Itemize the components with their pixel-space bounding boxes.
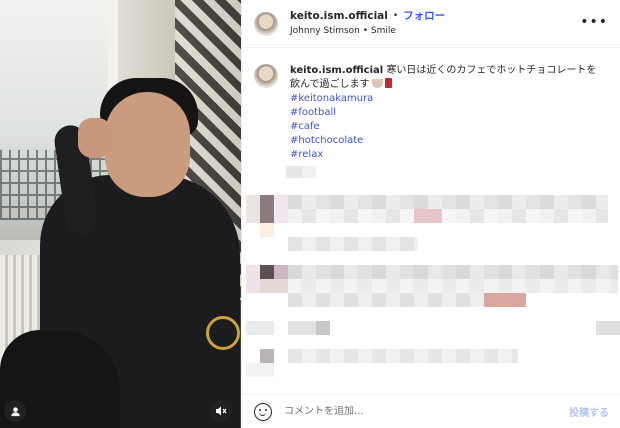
- post-media[interactable]: [0, 0, 241, 428]
- blurred-block: [288, 293, 488, 307]
- blurred-block: [288, 237, 418, 251]
- blurred-block: [246, 363, 274, 377]
- blurred-block: [246, 321, 274, 335]
- post-header: keito.ism.official • フォロー Johnny Stimson…: [242, 0, 620, 48]
- caption-avatar[interactable]: [254, 64, 278, 88]
- header-username[interactable]: keito.ism.official: [290, 10, 388, 23]
- blurred-block: [260, 349, 274, 363]
- blurred-block: [414, 209, 442, 223]
- more-horizontal-icon: •••: [580, 14, 608, 30]
- cup-emoji-icon: [384, 78, 392, 88]
- blurred-block: [274, 265, 288, 279]
- caption-username[interactable]: keito.ism.official: [290, 65, 383, 76]
- blurred-block: [288, 279, 618, 293]
- person-face: [105, 92, 190, 197]
- blurred-block: [288, 265, 618, 279]
- blurred-block: [286, 166, 302, 178]
- blurred-block: [260, 195, 274, 223]
- blurred-block: [316, 321, 330, 335]
- speaker-muted-icon: [216, 406, 227, 416]
- blurred-block: [596, 321, 620, 335]
- blurred-block: [246, 195, 260, 223]
- blurred-block: [484, 293, 526, 307]
- blurred-block: [260, 265, 274, 279]
- blurred-block: [246, 265, 260, 293]
- post-comment-button[interactable]: 投稿する: [569, 404, 609, 419]
- blurred-block: [288, 349, 518, 363]
- post-dialog: keito.ism.official • フォロー Johnny Stimson…: [0, 0, 620, 428]
- person-hand: [78, 118, 112, 158]
- blurred-block: [302, 166, 316, 178]
- post-sidebar: keito.ism.official • フォロー Johnny Stimson…: [241, 0, 620, 428]
- hashtag-link[interactable]: #cafe: [290, 120, 606, 134]
- avatar[interactable]: [254, 11, 278, 36]
- blurred-block: [260, 279, 288, 293]
- blurred-block: [288, 195, 608, 209]
- user-icon: [10, 406, 20, 416]
- hashtag-link[interactable]: #football: [290, 106, 606, 120]
- caption: keito.ism.official 寒い日は近くのカフェでホットチョコレートを…: [242, 48, 620, 162]
- follow-button[interactable]: フォロー: [403, 10, 445, 23]
- audio-attribution[interactable]: Johnny Stimson • Smile: [290, 26, 445, 37]
- comment-bar: 投稿する: [242, 394, 620, 428]
- sleeve-badge: [206, 316, 240, 350]
- more-options-button[interactable]: •••: [580, 14, 608, 30]
- hashtag-link[interactable]: #hotchocolate: [290, 134, 606, 148]
- mute-button[interactable]: [210, 400, 232, 422]
- coffee-cup-emoji-icon: [371, 79, 383, 88]
- blurred-block: [288, 209, 608, 223]
- separator-dot: •: [392, 10, 399, 21]
- tagged-user-icon[interactable]: [4, 400, 26, 422]
- blurred-block: [274, 195, 288, 223]
- comment-input[interactable]: [284, 406, 569, 417]
- hashtag-link[interactable]: #relax: [290, 148, 606, 162]
- hashtag-link[interactable]: #keitonakamura: [290, 92, 606, 106]
- smile-icon[interactable]: [254, 402, 272, 421]
- blurred-block: [260, 223, 274, 237]
